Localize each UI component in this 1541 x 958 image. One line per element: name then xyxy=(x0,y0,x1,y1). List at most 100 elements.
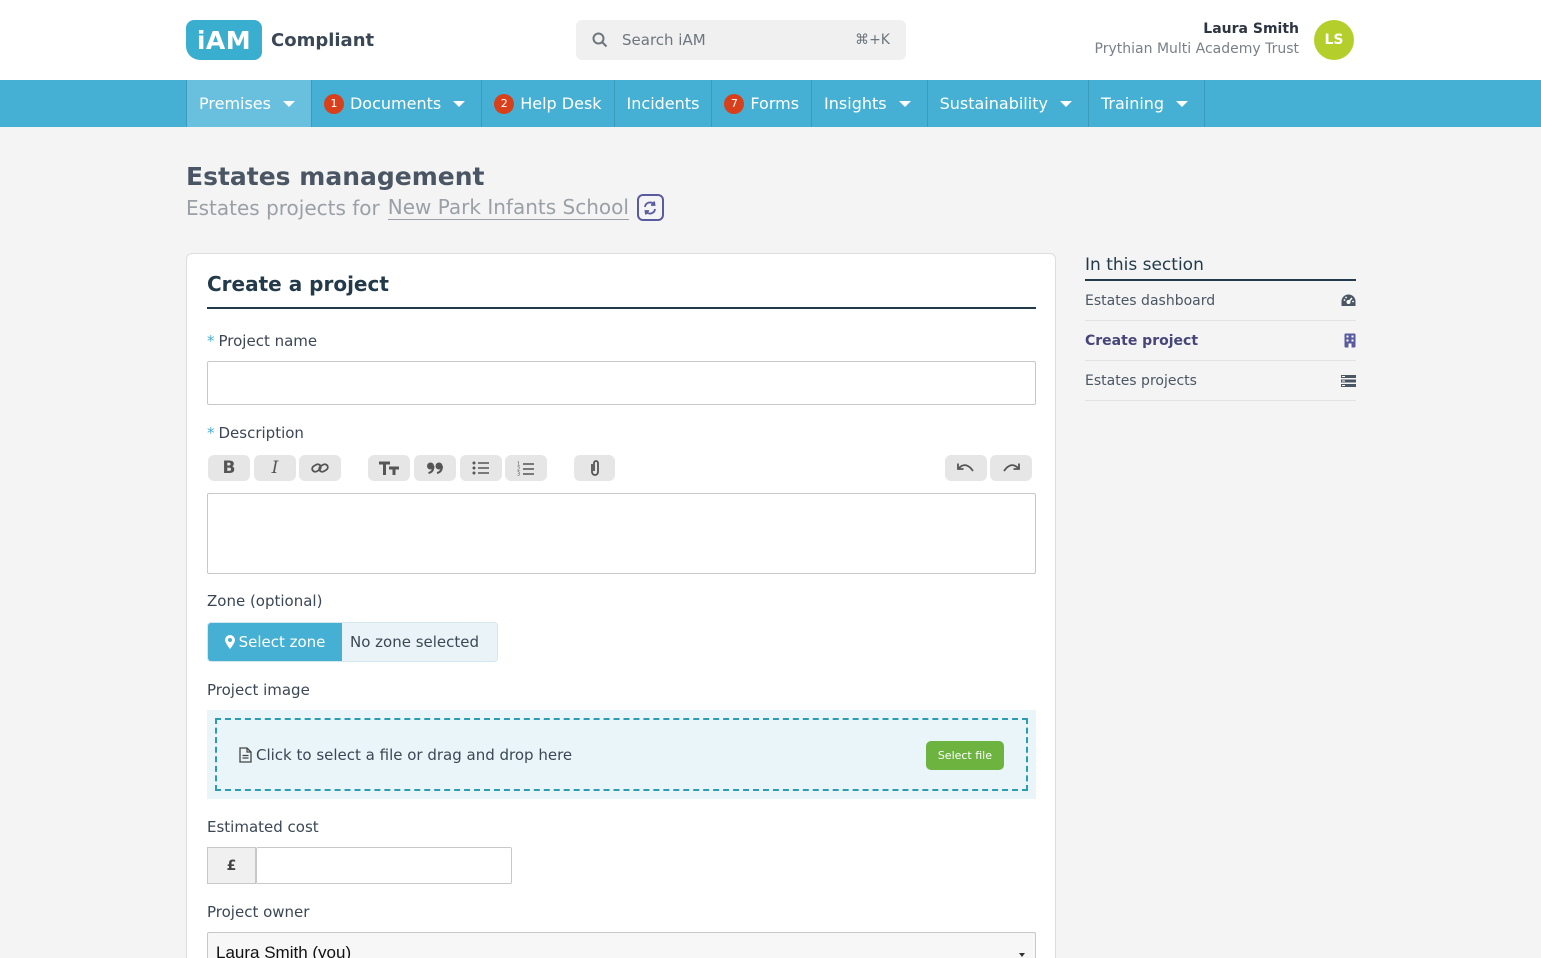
divider xyxy=(207,307,1036,309)
nav-label: Insights xyxy=(824,94,887,113)
sidebar-item-estates-projects[interactable]: Estates projects xyxy=(1085,361,1356,401)
map-pin-icon xyxy=(224,635,235,649)
list-icon xyxy=(1341,374,1356,387)
card-title: Create a project xyxy=(207,272,389,296)
page-title: Estates management xyxy=(186,162,485,191)
search-input[interactable]: Search iAM ⌘+K xyxy=(576,20,906,60)
sidebar-item-label: Estates projects xyxy=(1085,372,1197,389)
notification-badge: 7 xyxy=(724,93,745,114)
sidebar-item-estates-dashboard[interactable]: Estates dashboard xyxy=(1085,281,1356,321)
user-org: Prythian Multi Academy Trust xyxy=(1094,41,1299,57)
nav-incidents[interactable]: Incidents xyxy=(615,80,713,127)
project-owner-label: Project owner xyxy=(207,903,310,921)
sidebar-item-create-project[interactable]: Create project xyxy=(1085,321,1356,361)
redo-button[interactable] xyxy=(990,455,1032,481)
label-text: Description xyxy=(218,424,304,442)
logo-text: Compliant xyxy=(271,29,375,51)
logo[interactable]: iAM Compliant xyxy=(186,20,374,60)
label-text: Project name xyxy=(218,332,318,350)
nav-premises[interactable]: Premises xyxy=(187,80,312,127)
italic-button[interactable]: I xyxy=(254,455,296,481)
nav-label: Sustainability xyxy=(939,94,1048,113)
chevron-down-icon xyxy=(1059,100,1072,107)
avatar[interactable]: LS xyxy=(1314,20,1354,60)
nav-documents[interactable]: 1 Documents xyxy=(312,80,483,127)
heading-button[interactable] xyxy=(368,455,410,481)
subtitle-prefix: Estates projects for xyxy=(186,195,380,220)
notification-badge: 1 xyxy=(323,93,344,114)
file-dropzone[interactable]: Click to select a file or drag and drop … xyxy=(215,718,1028,791)
main-nav: Premises 1 Documents 2 Help Desk Inciden… xyxy=(0,80,1541,127)
currency-prefix: £ xyxy=(207,847,256,884)
logo-mark: iAM xyxy=(186,20,262,60)
file-icon xyxy=(239,746,252,763)
nav-label: Training xyxy=(1100,94,1165,113)
select-file-button[interactable]: Select file xyxy=(925,741,1004,770)
refresh-icon xyxy=(644,200,657,215)
chevron-down-icon xyxy=(898,100,911,107)
nav-insights[interactable]: Insights xyxy=(812,80,928,127)
select-zone-button[interactable]: Select zone xyxy=(208,623,342,661)
project-owner-select[interactable]: Laura Smith (you) xyxy=(207,932,1036,958)
user-name: Laura Smith xyxy=(1203,21,1299,37)
chevron-down-icon xyxy=(282,100,295,107)
notification-badge: 2 xyxy=(494,93,515,114)
svg-text:3: 3 xyxy=(517,471,520,476)
heading-icon xyxy=(379,461,399,475)
nav-label: Incidents xyxy=(626,94,700,113)
nav-label: Forms xyxy=(750,94,800,113)
search-icon xyxy=(592,32,608,48)
nav-forms[interactable]: 7 Forms xyxy=(712,80,813,127)
quote-icon xyxy=(427,462,443,474)
numbered-list-button[interactable]: 123 xyxy=(505,455,547,481)
attach-icon xyxy=(590,460,599,476)
quote-button[interactable] xyxy=(414,455,456,481)
chevron-down-icon xyxy=(1176,100,1189,107)
required-marker: * xyxy=(207,424,215,442)
redo-icon xyxy=(1003,463,1020,472)
change-school-button[interactable] xyxy=(636,194,664,221)
zone-selector: Select zone No zone selected xyxy=(207,622,498,662)
link-button[interactable] xyxy=(299,455,341,481)
numbered-list-icon: 123 xyxy=(517,461,534,476)
create-project-card: Create a project * Project name * Descript… xyxy=(186,253,1056,958)
chevron-down-icon xyxy=(1019,953,1025,957)
description-label: * Description xyxy=(207,424,304,442)
dropzone-text: Click to select a file or drag and drop … xyxy=(256,745,573,764)
nav-label: Premises xyxy=(199,94,271,113)
nav-label: Documents xyxy=(349,94,442,113)
select-zone-label: Select zone xyxy=(238,633,326,651)
estimated-cost-input[interactable] xyxy=(256,847,512,884)
nav-sustainability[interactable]: Sustainability xyxy=(928,80,1089,127)
undo-button[interactable] xyxy=(945,455,987,481)
sidebar-item-label: Create project xyxy=(1085,332,1199,349)
user-info[interactable]: Laura Smith Prythian Multi Academy Trust xyxy=(1095,20,1299,60)
search-placeholder: Search iAM xyxy=(622,31,706,49)
bold-button[interactable]: B xyxy=(208,455,250,481)
search-shortcut: ⌘+K xyxy=(855,32,890,48)
section-sidebar: In this section Estates dashboard Create… xyxy=(1085,255,1356,401)
nav-label: Help Desk xyxy=(520,94,602,113)
top-bar: iAM Compliant Search iAM ⌘+K Laura Smith… xyxy=(0,0,1541,80)
project-name-label: * Project name xyxy=(207,332,317,350)
chevron-down-icon xyxy=(453,100,466,107)
required-marker: * xyxy=(207,332,215,350)
nav-training[interactable]: Training xyxy=(1089,80,1206,127)
school-link[interactable]: New Park Infants School xyxy=(387,195,629,220)
zone-status: No zone selected xyxy=(350,633,480,651)
page-subtitle: Estates projects for New Park Infants Sc… xyxy=(186,194,664,221)
attach-button[interactable] xyxy=(574,455,615,481)
italic-icon: I xyxy=(271,458,279,478)
bullet-list-button[interactable] xyxy=(460,455,502,481)
file-dropzone-area: Click to select a file or drag and drop … xyxy=(207,710,1036,799)
project-name-input[interactable] xyxy=(207,361,1036,405)
sidebar-item-label: Estates dashboard xyxy=(1085,292,1216,309)
description-editor[interactable] xyxy=(207,493,1036,574)
nav-help-desk[interactable]: 2 Help Desk xyxy=(482,80,615,127)
project-image-label: Project image xyxy=(207,681,310,699)
bold-icon: B xyxy=(222,458,236,478)
estimated-cost-label: Estimated cost xyxy=(207,818,319,836)
zone-label: Zone (optional) xyxy=(207,592,323,610)
dashboard-icon xyxy=(1341,294,1356,306)
undo-icon xyxy=(957,463,974,472)
